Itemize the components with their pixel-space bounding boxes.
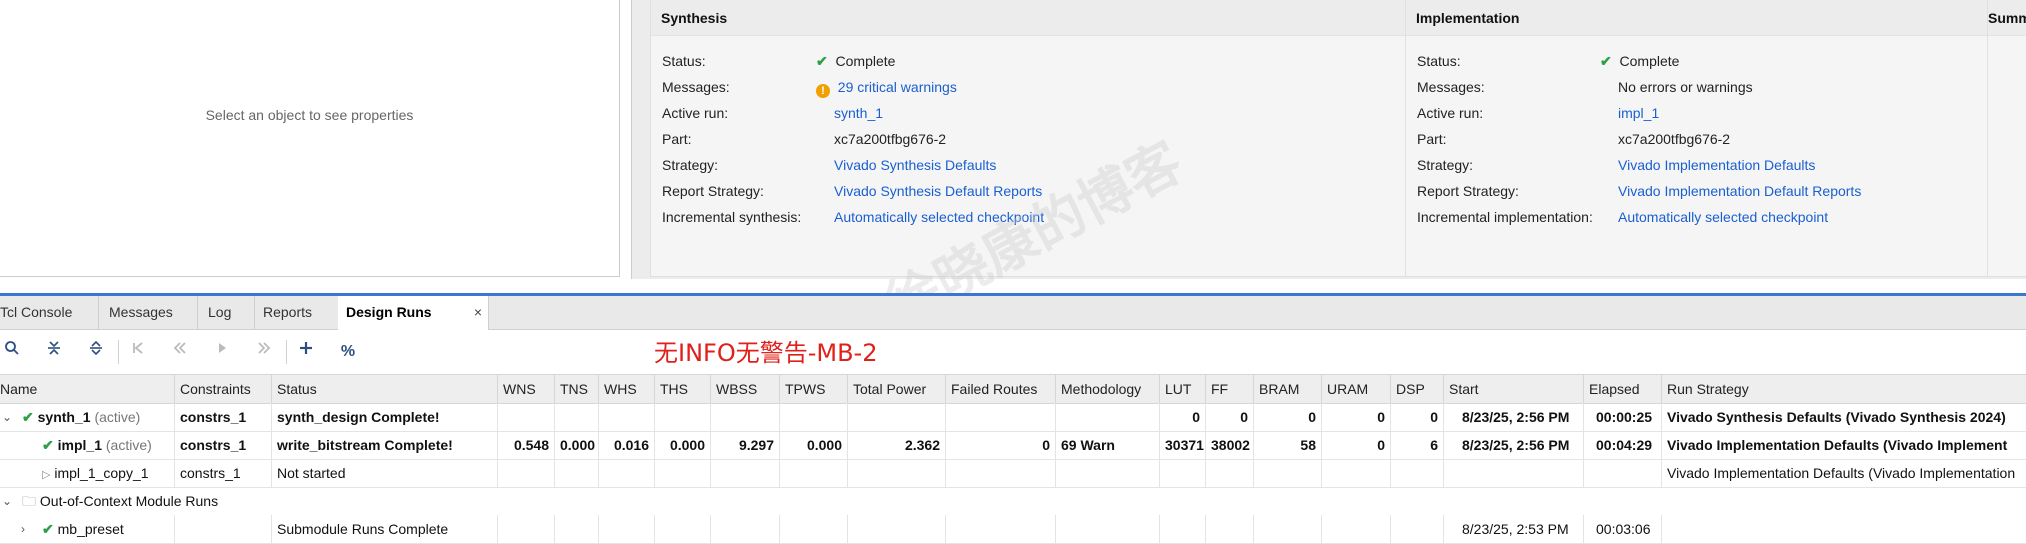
expand-all-icon[interactable] — [84, 340, 108, 364]
col-wbss[interactable]: WBSS — [711, 375, 780, 403]
tab-reports[interactable]: Reports — [253, 296, 340, 329]
bottom-tab-bar: Tcl Console Messages Log Reports Design … — [0, 296, 2026, 330]
warning-icon: ! — [816, 84, 830, 98]
synthesis-messages-row: Messages: ! 29 critical warnings — [662, 79, 957, 98]
run-name: impl_1_copy_1 — [54, 465, 149, 481]
synthesis-active-run-row: Active run: synth_1 — [651, 100, 1421, 126]
add-icon[interactable] — [294, 340, 318, 364]
col-dsp[interactable]: DSP — [1391, 375, 1444, 403]
col-name[interactable]: Name — [0, 375, 175, 403]
col-ths[interactable]: THS — [655, 375, 711, 403]
implementation-incremental-row: Incremental implementation: Automaticall… — [1406, 204, 2026, 230]
properties-panel: Select an object to see properties — [0, 0, 620, 277]
col-elapsed[interactable]: Elapsed — [1584, 375, 1662, 403]
synthesis-status-row: Status: ✔ Complete — [662, 53, 896, 69]
implementation-strategy-row: Strategy: Vivado Implementation Defaults — [1406, 152, 2026, 178]
table-row-impl-1-copy-1[interactable]: ▷ impl_1_copy_1 constrs_1 Not started Vi… — [0, 459, 2026, 488]
collapse-all-icon[interactable] — [42, 340, 66, 364]
check-icon: ✔ — [1600, 53, 1612, 69]
close-tab-icon[interactable]: × — [474, 296, 482, 329]
chevron-right-icon[interactable]: › — [16, 515, 30, 543]
summary-card-title: Summ — [1988, 0, 2026, 36]
properties-hint: Select an object to see properties — [205, 107, 414, 123]
col-constraints[interactable]: Constraints — [175, 375, 272, 403]
implementation-card: Implementation Status: ✔ Complete Messag… — [1405, 0, 2026, 277]
col-ff[interactable]: FF — [1206, 375, 1254, 403]
synthesis-report-strategy-link[interactable]: Vivado Synthesis Default Reports — [834, 178, 1042, 204]
critical-warnings-link[interactable]: 29 critical warnings — [838, 79, 957, 95]
synthesis-incremental-row: Incremental synthesis: Automatically sel… — [651, 204, 1421, 230]
check-icon: ✔ — [42, 437, 54, 453]
run-name: impl_1 — [57, 437, 102, 453]
summary-card: Summ — [1987, 0, 2026, 277]
synthesis-report-strategy-row: Report Strategy: Vivado Synthesis Defaul… — [651, 178, 1421, 204]
search-icon[interactable] — [0, 340, 24, 364]
chevron-down-icon[interactable]: ⌄ — [0, 403, 14, 431]
col-tns[interactable]: TNS — [555, 375, 599, 403]
implementation-status-row: Status: ✔ Complete — [1417, 53, 1680, 69]
tab-messages[interactable]: Messages — [99, 296, 198, 329]
synth-run-link[interactable]: synth_1 — [834, 100, 883, 126]
col-total-power[interactable]: Total Power — [848, 375, 946, 403]
table-row-mb-preset[interactable]: › ✔ mb_preset Submodule Runs Complete 8/… — [0, 515, 2026, 544]
previous-icon[interactable] — [168, 340, 192, 364]
implementation-strategy-link[interactable]: Vivado Implementation Defaults — [1618, 152, 1815, 178]
implementation-part-row: Part: xc7a200tfbg676-2 — [1417, 131, 1731, 147]
first-icon[interactable] — [126, 340, 150, 364]
tab-log[interactable]: Log — [198, 296, 255, 329]
table-row-synth-1[interactable]: ⌄ ✔ synth_1 (active) constrs_1 synth_des… — [0, 403, 2026, 432]
synthesis-incremental-link[interactable]: Automatically selected checkpoint — [834, 204, 1044, 230]
col-methodology[interactable]: Methodology — [1056, 375, 1160, 403]
col-run-strategy[interactable]: Run Strategy — [1662, 375, 2026, 403]
percent-icon[interactable]: % — [336, 340, 360, 364]
col-lut[interactable]: LUT — [1160, 375, 1206, 403]
annotation-text: 无INFO无警告-MB-2 — [654, 339, 878, 367]
table-row-impl-1[interactable]: ✔ impl_1 (active) constrs_1 write_bitstr… — [0, 431, 2026, 460]
col-tpws[interactable]: TPWS — [780, 375, 848, 403]
impl-run-link[interactable]: impl_1 — [1618, 100, 1659, 126]
implementation-messages-row: Messages: No errors or warnings — [1417, 79, 1753, 95]
synthesis-card: Synthesis Status: ✔ Complete Messages: !… — [650, 0, 1422, 277]
implementation-incremental-link[interactable]: Automatically selected checkpoint — [1618, 204, 1828, 230]
active-tag: (active) — [94, 409, 141, 425]
design-runs-toolbar: % — [0, 330, 2026, 374]
play-outline-icon: ▷ — [42, 469, 51, 481]
folder-icon: 🗀 — [22, 493, 36, 509]
check-icon: ✔ — [816, 53, 828, 69]
col-status[interactable]: Status — [272, 375, 498, 403]
tab-design-runs[interactable]: Design Runs × — [338, 296, 489, 330]
check-icon: ✔ — [22, 409, 34, 425]
implementation-report-strategy-link[interactable]: Vivado Implementation Default Reports — [1618, 178, 1861, 204]
implementation-active-run-row: Active run: impl_1 — [1406, 100, 2026, 126]
design-runs-table-header: Name Constraints Status WNS TNS WHS THS … — [0, 374, 2026, 404]
run-icon[interactable] — [210, 340, 234, 364]
group-name: Out-of-Context Module Runs — [39, 493, 219, 509]
col-whs[interactable]: WHS — [599, 375, 655, 403]
run-name: synth_1 — [37, 409, 91, 425]
col-bram[interactable]: BRAM — [1254, 375, 1322, 403]
check-icon: ✔ — [42, 521, 54, 537]
synthesis-card-title: Synthesis — [651, 0, 1421, 36]
implementation-report-strategy-row: Report Strategy: Vivado Implementation D… — [1406, 178, 2026, 204]
col-start[interactable]: Start — [1444, 375, 1584, 403]
chevron-down-icon[interactable]: ⌄ — [0, 487, 14, 515]
run-name: mb_preset — [57, 521, 124, 537]
col-failed-routes[interactable]: Failed Routes — [946, 375, 1056, 403]
next-icon[interactable] — [252, 340, 276, 364]
table-row-ooc-group[interactable]: ⌄ 🗀 Out-of-Context Module Runs — [0, 487, 2026, 515]
col-uram[interactable]: URAM — [1322, 375, 1391, 403]
col-wns[interactable]: WNS — [498, 375, 555, 403]
synthesis-strategy-link[interactable]: Vivado Synthesis Defaults — [834, 152, 996, 178]
active-tag: (active) — [105, 437, 152, 453]
implementation-card-title: Implementation — [1406, 0, 2026, 36]
synthesis-strategy-row: Strategy: Vivado Synthesis Defaults — [651, 152, 1421, 178]
project-summary-dashboard: Synthesis Status: ✔ Complete Messages: !… — [631, 0, 2026, 279]
tab-tcl-console[interactable]: Tcl Console — [0, 296, 99, 329]
synthesis-part-row: Part: xc7a200tfbg676-2 — [662, 131, 947, 147]
